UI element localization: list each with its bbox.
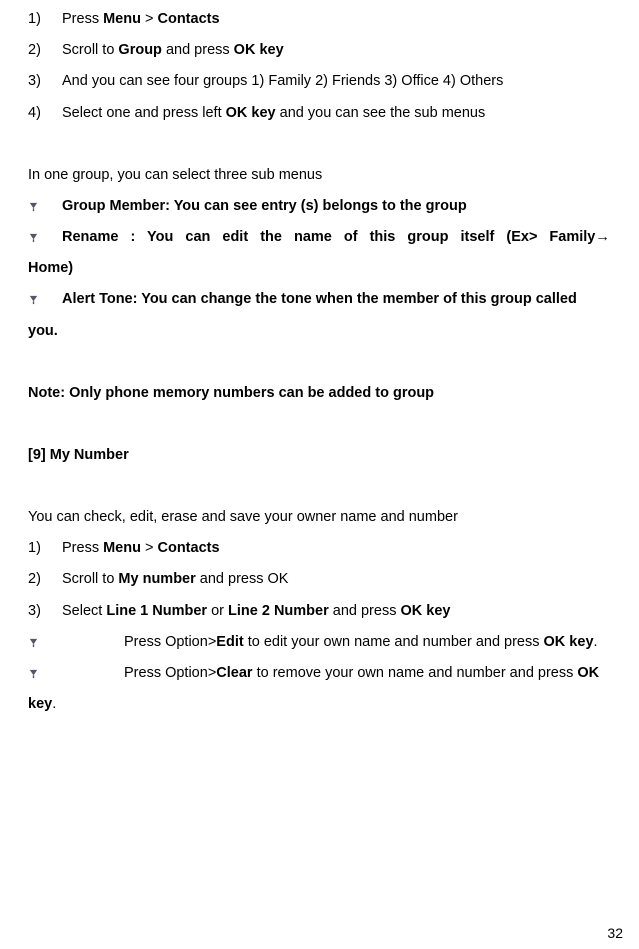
- text-bold: Menu: [103, 540, 141, 556]
- text-bold: Line 2 Number: [228, 603, 329, 619]
- text: and press: [329, 603, 401, 619]
- text-bold: Group Member: You can see entry (s) belo…: [62, 198, 467, 214]
- step-line: 3)Select Line 1 Number or Line 2 Number …: [28, 596, 611, 627]
- step-line: 2)Scroll to Group and press OK key: [28, 35, 611, 66]
- text-bold: Group: [118, 42, 162, 58]
- down-arrow-icon: [28, 627, 62, 658]
- text: Scroll to: [62, 42, 118, 58]
- step-line: 2)Scroll to My number and press OK: [28, 564, 611, 595]
- text: Press: [62, 540, 103, 556]
- down-arrow-icon: [28, 658, 62, 689]
- desc-line: You can check, edit, erase and save your…: [28, 502, 611, 533]
- text-bold: OK key: [544, 634, 594, 650]
- text: .: [52, 696, 56, 712]
- text-bold: key: [28, 696, 52, 712]
- step-line: 4)Select one and press left OK key and y…: [28, 98, 611, 129]
- step-number: 4): [28, 98, 62, 129]
- bullet-cont: Home): [28, 253, 611, 284]
- text: to edit your own name and number and pre…: [244, 634, 544, 650]
- text: Select one and press left: [62, 105, 226, 121]
- text-bold: Edit: [216, 634, 243, 650]
- text: and press OK: [196, 571, 289, 587]
- document-page: 1)Press Menu > Contacts 2)Scroll to Grou…: [0, 0, 639, 720]
- step-number: 3): [28, 596, 62, 627]
- step-line: 3)And you can see four groups 1) Family …: [28, 66, 611, 97]
- bullet-line: Press Option>Edit to edit your own name …: [28, 627, 611, 658]
- text: Scroll to: [62, 571, 118, 587]
- bullet-line: Press Option>Clear to remove your own na…: [28, 658, 611, 689]
- text-bold: Alert Tone: You can change the tone when…: [62, 291, 577, 307]
- text: Press Option>: [124, 665, 216, 681]
- step-number: 2): [28, 35, 62, 66]
- page-number: 32: [607, 925, 623, 941]
- bullet-line: Rename : You can edit the name of this g…: [28, 222, 611, 253]
- text: Press Option>: [124, 634, 216, 650]
- down-arrow-icon: [28, 191, 62, 222]
- step-number: 2): [28, 564, 62, 595]
- section-heading: [9] My Number: [28, 440, 611, 471]
- bullet-cont: key.: [28, 689, 611, 720]
- text-bold: Contacts: [157, 540, 219, 556]
- bullet-cont: you.: [28, 316, 611, 347]
- text-bold: OK key: [226, 105, 276, 121]
- text-bold: Menu: [103, 11, 141, 27]
- step-number: 3): [28, 66, 62, 97]
- text-bold: OK key: [400, 603, 450, 619]
- text: >: [141, 11, 158, 27]
- text-bold: Line 1 Number: [106, 603, 207, 619]
- down-arrow-icon: [28, 284, 62, 315]
- text-bold: Contacts: [157, 11, 219, 27]
- text: to remove your own name and number and p…: [253, 665, 578, 681]
- text: .: [594, 634, 598, 650]
- text: or: [207, 603, 228, 619]
- text-bold: Home): [28, 260, 73, 276]
- text: >: [141, 540, 158, 556]
- text-bold: My number: [118, 571, 195, 587]
- text: Press: [62, 11, 103, 27]
- text-bold: Clear: [216, 665, 252, 681]
- step-number: 1): [28, 533, 62, 564]
- text: And you can see four groups 1) Family 2)…: [62, 73, 503, 89]
- step-line: 1)Press Menu > Contacts: [28, 4, 611, 35]
- intro-line: In one group, you can select three sub m…: [28, 160, 611, 191]
- text-bold: you.: [28, 323, 58, 339]
- text: and you can see the sub menus: [276, 105, 486, 121]
- note-line: Note: Only phone memory numbers can be a…: [28, 378, 611, 409]
- text: and press: [162, 42, 234, 58]
- bullet-line: Group Member: You can see entry (s) belo…: [28, 191, 611, 222]
- down-arrow-icon: [28, 222, 62, 253]
- text-bold: OK: [577, 665, 599, 681]
- text-bold: Rename : You can edit the name of this g…: [62, 229, 610, 245]
- step-number: 1): [28, 4, 62, 35]
- text-bold: OK key: [234, 42, 284, 58]
- bullet-line: Alert Tone: You can change the tone when…: [28, 284, 611, 315]
- step-line: 1)Press Menu > Contacts: [28, 533, 611, 564]
- text: Select: [62, 603, 106, 619]
